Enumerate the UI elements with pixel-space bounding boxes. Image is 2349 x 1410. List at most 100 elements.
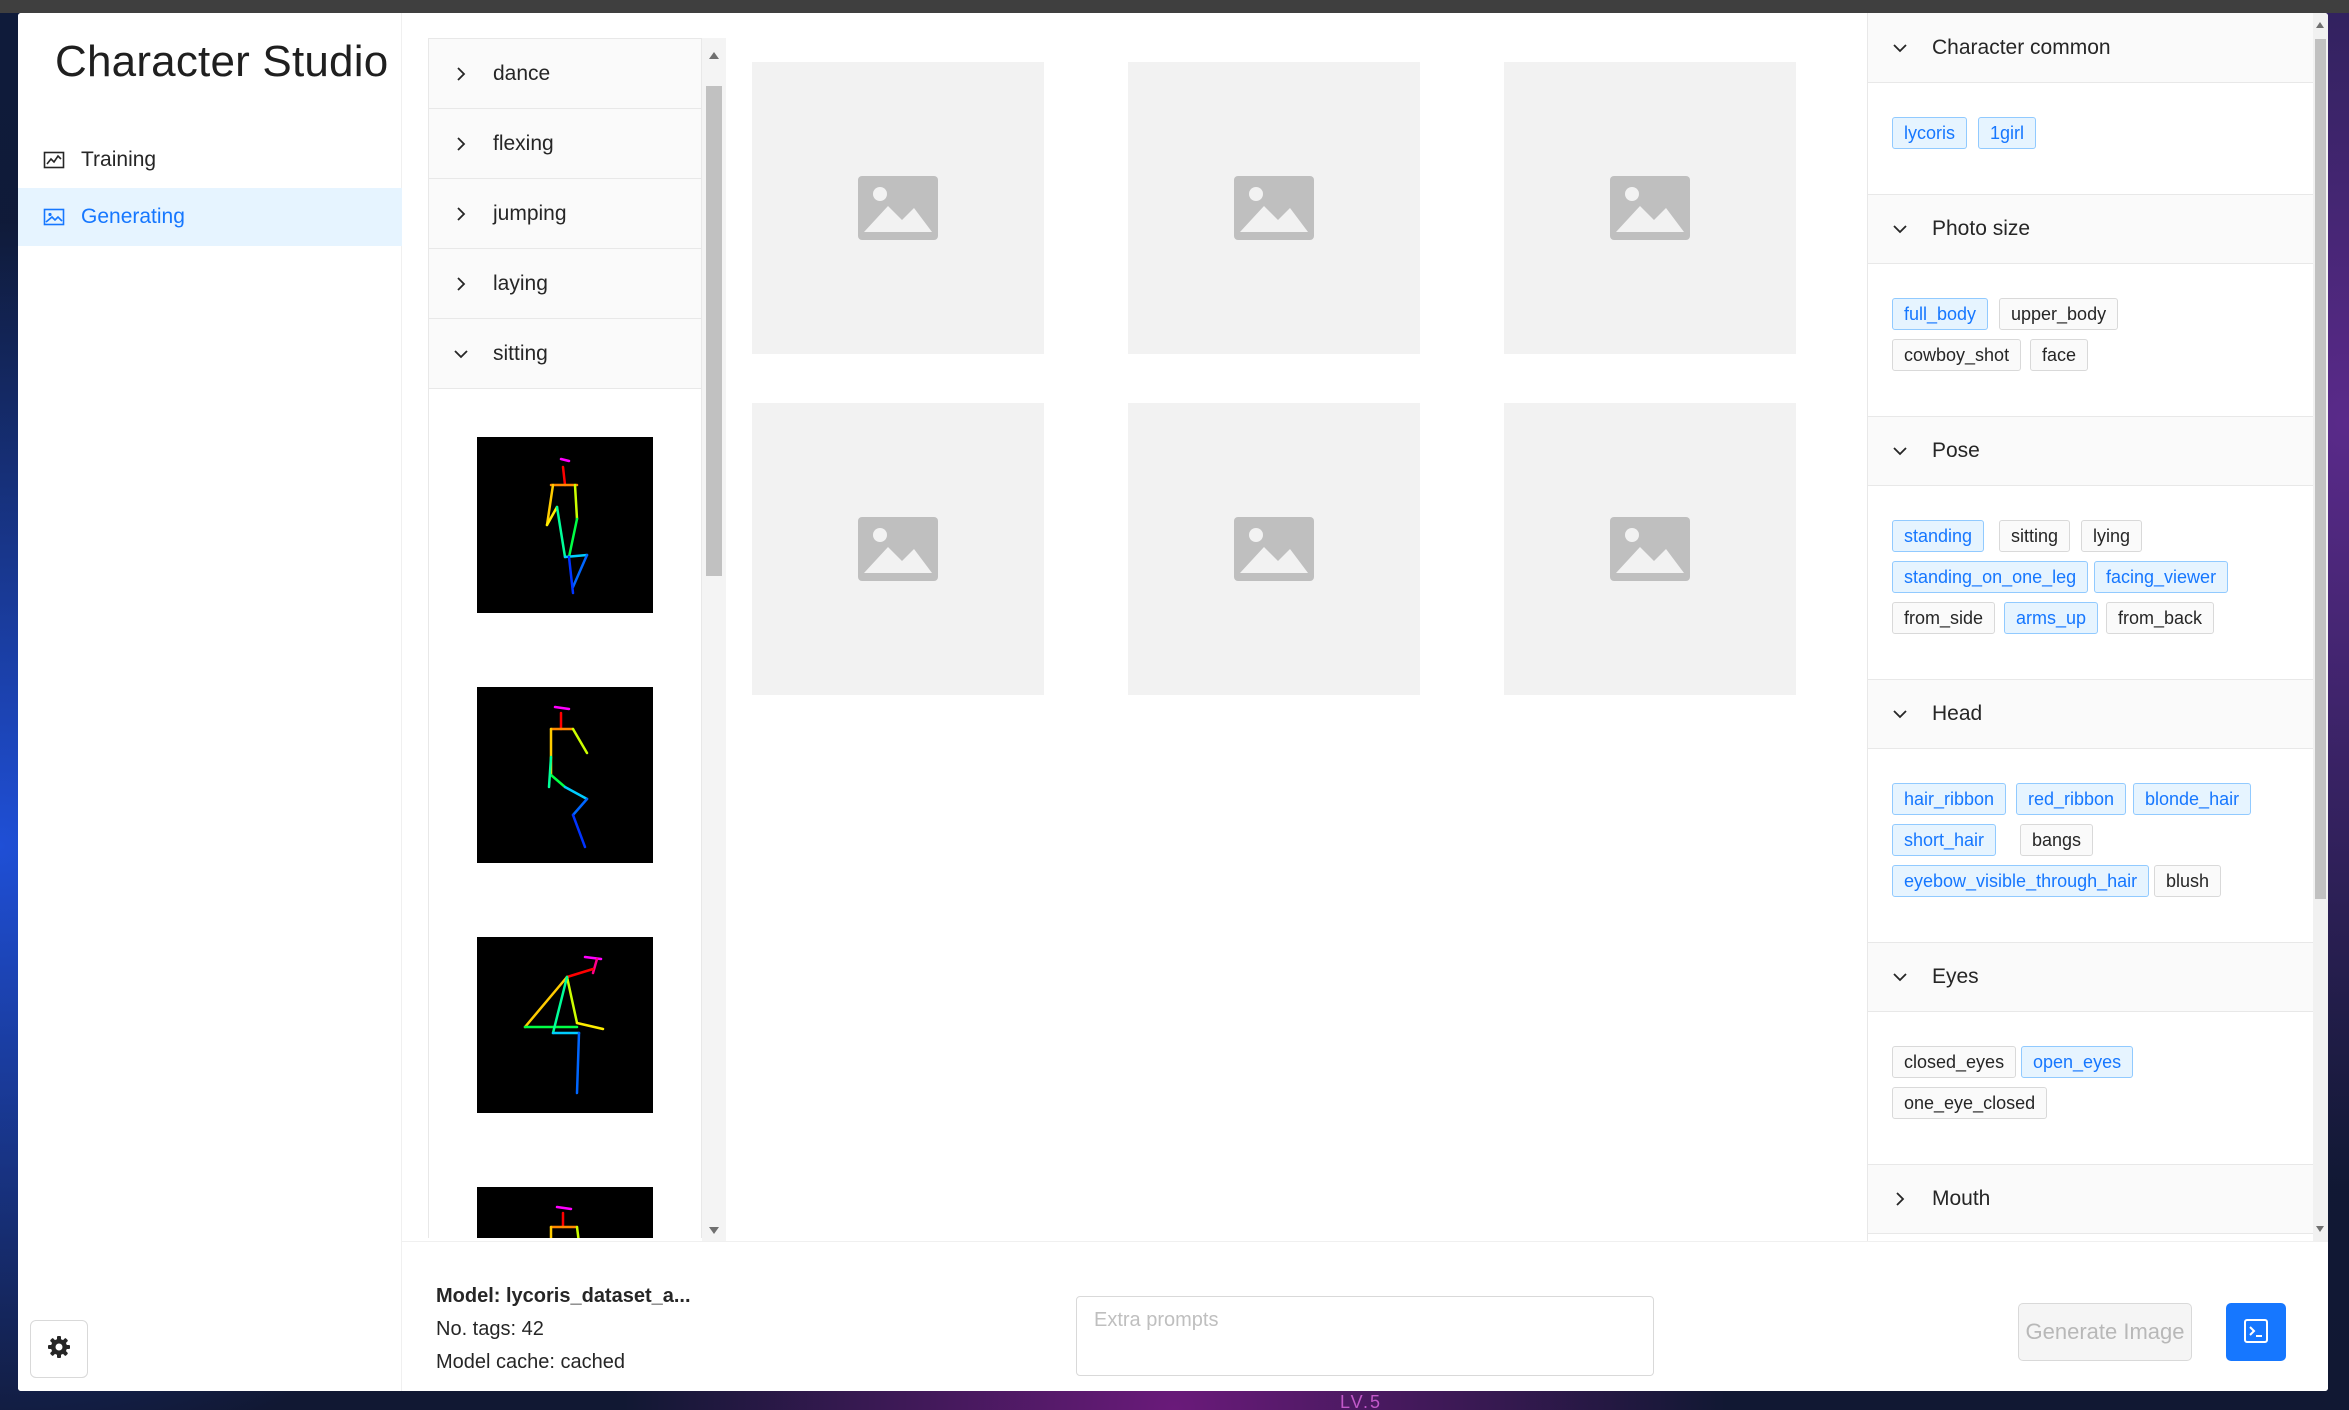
- tag-section-title: Pose: [1932, 439, 1980, 462]
- nav-item-training[interactable]: Training: [18, 131, 402, 189]
- pose-thumbnail[interactable]: [477, 687, 653, 863]
- tag-section-title: Character common: [1932, 35, 2111, 59]
- sidebar: Character Studio Training Generating: [18, 13, 402, 1391]
- tag-section-title: Head: [1932, 702, 1983, 725]
- tag-from-side[interactable]: from_side: [1892, 602, 1996, 634]
- nav-label: Training: [81, 148, 157, 171]
- tag-panel-scrollbar[interactable]: [2313, 13, 2328, 1241]
- chevron-down-icon: [1892, 40, 1908, 56]
- window-top-strip: [0, 0, 2349, 13]
- tag-section-mouth[interactable]: Mouth: [1868, 1164, 2313, 1234]
- terminal-icon: [2243, 1318, 2269, 1347]
- tag-arms-up[interactable]: arms_up: [2004, 602, 2099, 634]
- tag-section-title: Photo size: [1932, 217, 2031, 240]
- scroll-down-arrow-icon[interactable]: [2316, 1226, 2324, 1232]
- pose-group-label: flexing: [493, 131, 554, 155]
- model-name: Model: lycoris_dataset_a...: [436, 1285, 691, 1307]
- tag-full-body[interactable]: full_body: [1892, 298, 1989, 330]
- pose-group-label: sitting: [493, 341, 548, 365]
- image-placeholder[interactable]: [1128, 62, 1420, 354]
- pose-group-label: laying: [493, 271, 548, 295]
- image-placeholder-icon: [1610, 517, 1690, 581]
- tag-sitting[interactable]: sitting: [1999, 520, 2071, 552]
- pose-group-flexing[interactable]: flexing: [429, 109, 701, 179]
- openpose-skeleton-icon: [545, 457, 589, 595]
- chevron-down-icon: [1892, 443, 1908, 459]
- scroll-down-arrow-icon[interactable]: [709, 1227, 719, 1234]
- scroll-up-arrow-icon[interactable]: [2316, 22, 2324, 28]
- settings-button[interactable]: [30, 1320, 88, 1378]
- wallpaper-text: LV.5: [1340, 1392, 1383, 1410]
- extra-prompts-input[interactable]: [1076, 1296, 1654, 1376]
- pose-group-label: jumping: [493, 201, 567, 225]
- tag-blonde-hair[interactable]: blonde_hair: [2133, 783, 2252, 815]
- tag-open-eyes[interactable]: open_eyes: [2021, 1046, 2134, 1078]
- image-placeholder[interactable]: [1128, 403, 1420, 695]
- tag-short-hair[interactable]: short_hair: [1892, 824, 1997, 856]
- tag-section-pose[interactable]: Pose: [1868, 416, 2313, 486]
- openpose-skeleton-icon: [523, 955, 605, 1095]
- tag-count: No. tags: 42: [436, 1318, 544, 1340]
- scrollbar-thumb[interactable]: [706, 86, 722, 576]
- app-window: Character Studio Training Generating dan…: [18, 13, 2328, 1391]
- pose-list-scrollbar[interactable]: [702, 38, 726, 1248]
- tag-from-back[interactable]: from_back: [2106, 602, 2215, 634]
- tag-closed-eyes[interactable]: closed_eyes: [1892, 1046, 2017, 1078]
- tag-red-ribbon[interactable]: red_ribbon: [2016, 783, 2127, 815]
- chevron-right-icon: [1892, 1191, 1908, 1207]
- pose-group-sitting[interactable]: sitting: [429, 319, 701, 389]
- tag-blush[interactable]: blush: [2154, 865, 2222, 897]
- tag-facing-viewer[interactable]: facing_viewer: [2094, 561, 2229, 593]
- image-placeholder-icon: [1234, 517, 1314, 581]
- chevron-down-icon: [1892, 706, 1908, 722]
- scrollbar-thumb[interactable]: [2315, 39, 2326, 899]
- console-button[interactable]: [2226, 1303, 2286, 1361]
- tag-1girl[interactable]: 1girl: [1978, 117, 2037, 149]
- tag-section-head[interactable]: Head: [1868, 679, 2313, 749]
- tag-cowboy-shot[interactable]: cowboy_shot: [1892, 339, 2022, 371]
- tag-lycoris[interactable]: lycoris: [1892, 117, 1968, 149]
- image-icon: [43, 206, 65, 228]
- generate-image-button[interactable]: Generate Image: [2018, 1303, 2192, 1361]
- image-placeholder[interactable]: [752, 62, 1044, 354]
- bottom-bar: Model: lycoris_dataset_a... No. tags: 42…: [402, 1241, 2328, 1391]
- tag-one-eye-closed[interactable]: one_eye_closed: [1892, 1087, 2048, 1119]
- pose-thumbnail[interactable]: [477, 1187, 653, 1238]
- image-placeholder-icon: [1610, 176, 1690, 240]
- pose-group-dance[interactable]: dance: [429, 39, 701, 109]
- pose-list: dance flexing jumping laying sitting: [428, 38, 702, 1238]
- image-placeholder[interactable]: [1504, 403, 1796, 695]
- tag-face[interactable]: face: [2030, 339, 2089, 371]
- pose-group-label: dance: [493, 61, 551, 85]
- tag-standing[interactable]: standing: [1892, 520, 1985, 552]
- pose-thumbnail[interactable]: [477, 937, 653, 1113]
- tag-lying[interactable]: lying: [2081, 520, 2143, 552]
- tag-hair-ribbon[interactable]: hair_ribbon: [1892, 783, 2007, 815]
- openpose-skeleton-icon: [547, 705, 589, 849]
- scroll-up-arrow-icon[interactable]: [709, 52, 719, 59]
- tag-section-photo-size[interactable]: Photo size: [1868, 194, 2313, 264]
- pose-group-laying[interactable]: laying: [429, 249, 701, 319]
- nav-label: Generating: [81, 205, 185, 228]
- image-placeholder[interactable]: [1504, 62, 1796, 354]
- tag-eyebow-visible-through-hair[interactable]: eyebow_visible_through_hair: [1892, 865, 2150, 897]
- image-placeholder-icon: [1234, 176, 1314, 240]
- tag-section-eyes[interactable]: Eyes: [1868, 942, 2313, 1012]
- image-placeholder[interactable]: [752, 403, 1044, 695]
- openpose-skeleton-icon: [549, 1205, 580, 1238]
- tag-section-character-common[interactable]: Character common: [1868, 13, 2313, 83]
- tag-section-title: Mouth: [1932, 1187, 1991, 1210]
- tag-upper-body[interactable]: upper_body: [1999, 298, 2119, 330]
- pose-group-jumping[interactable]: jumping: [429, 179, 701, 249]
- tag-bangs[interactable]: bangs: [2020, 824, 2094, 856]
- nav-item-generating[interactable]: Generating: [18, 188, 402, 246]
- image-placeholder-icon: [858, 176, 938, 240]
- tag-standing-on-one-leg[interactable]: standing_on_one_leg: [1892, 561, 2089, 593]
- chevron-down-icon: [1892, 969, 1908, 985]
- gear-icon: [46, 1334, 72, 1365]
- chevron-right-icon: [453, 276, 469, 292]
- pose-thumbnail[interactable]: [477, 437, 653, 613]
- tag-panel: Character common lycoris 1girl Photo siz…: [1867, 13, 2313, 1241]
- chevron-right-icon: [453, 206, 469, 222]
- model-cache-status: Model cache: cached: [436, 1351, 626, 1373]
